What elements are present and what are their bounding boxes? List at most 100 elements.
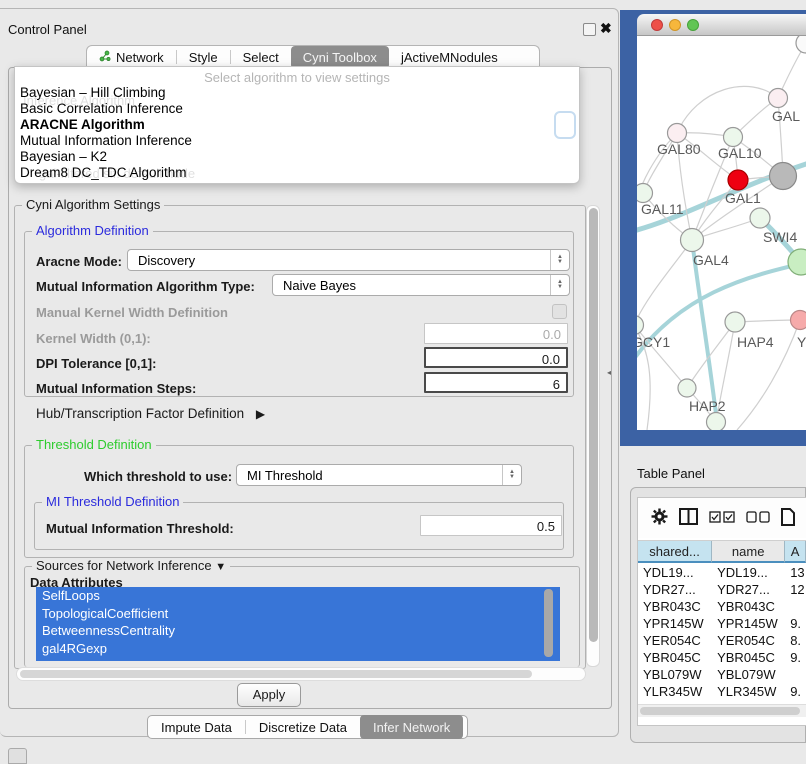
manual-kernel-width-checkbox[interactable] — [552, 304, 567, 319]
kernel-width-input[interactable]: 0.0 — [424, 323, 568, 344]
table-cell — [785, 598, 806, 615]
network-node-hap4[interactable] — [725, 312, 745, 332]
table-hscrollbar-track[interactable] — [638, 704, 806, 717]
which-threshold-select[interactable]: MI Threshold ▲▼ — [236, 464, 522, 486]
network-edge-highlighted[interactable] — [637, 262, 806, 366]
bottom-tab-bar: Impute Data Discretize Data Infer Networ… — [147, 715, 468, 739]
sources-legend[interactable]: Sources for Network Inference ▼ — [32, 558, 230, 573]
network-window-titlebar[interactable] — [637, 14, 806, 36]
aracne-mode-select[interactable]: Discovery ▲▼ — [127, 249, 570, 271]
node-label: GCY1 — [637, 334, 670, 350]
apply-button[interactable]: Apply — [237, 683, 301, 707]
mi-algorithm-type-select[interactable]: Naive Bayes ▲▼ — [272, 274, 570, 296]
table-row[interactable]: YBR045CYBR045C9. — [638, 649, 806, 666]
table-cell: YDR27... — [712, 581, 785, 598]
table-hscrollbar-thumb[interactable] — [640, 707, 800, 715]
table-row[interactable]: YDR27...YDR27...12 — [638, 581, 806, 598]
table-row[interactable]: YLR345WYLR345W9. — [638, 683, 806, 700]
node-label: GAL80 — [657, 141, 701, 157]
table-header-row: shared...nameA — [638, 540, 806, 563]
column-header[interactable]: A — [785, 541, 806, 563]
tab-discretize-data[interactable]: Discretize Data — [246, 715, 360, 739]
table-cell: YLR345W — [712, 683, 785, 700]
kernel-width-label: Kernel Width (0,1): — [36, 331, 151, 346]
panel-tab-bar: Network Style Select Cyni Toolbox jActiv… — [86, 45, 540, 68]
mi-steps-input[interactable]: 6 — [424, 372, 568, 393]
algorithm-option[interactable]: Mutual Information Inference — [15, 133, 579, 149]
network-node-hap2[interactable] — [678, 379, 696, 397]
tab-infer-network[interactable]: Infer Network — [360, 715, 463, 739]
splitter-cursor: ◂ — [607, 368, 611, 377]
tab-network-label: Network — [116, 50, 164, 65]
network-node-gal4[interactable] — [681, 229, 704, 252]
table-toolbar — [638, 498, 806, 538]
table-cell: YBR043C — [638, 598, 712, 615]
node-label: GAL11 — [641, 201, 684, 217]
table-row[interactable]: YPR145WYPR145W9. — [638, 615, 806, 632]
hide-columns-icon[interactable] — [746, 511, 770, 526]
settings-hscrollbar-track[interactable] — [16, 667, 586, 681]
network-canvas[interactable]: GALGAL80GAL10GAL1GAL11SWI4GAL4GCY1HAP4YH… — [637, 36, 806, 430]
close-panel-icon[interactable]: ✖ — [600, 20, 612, 37]
gear-icon[interactable] — [651, 508, 668, 528]
network-node-swi4[interactable] — [750, 208, 770, 228]
float-panel-icon[interactable] — [583, 23, 596, 36]
network-node-gal80[interactable] — [668, 124, 687, 143]
control-panel-window: Control Panel ✖ Network Style Select Cyn… — [0, 8, 619, 737]
tab-impute-data[interactable]: Impute Data — [148, 715, 245, 739]
zoom-window-icon[interactable] — [687, 19, 699, 31]
network-node-y[interactable] — [791, 311, 806, 330]
settings-hscrollbar-thumb[interactable] — [20, 670, 532, 678]
mi-steps-label: Mutual Information Steps: — [36, 381, 196, 396]
column-header[interactable]: name — [712, 541, 785, 563]
table-cell: YER054C — [638, 632, 712, 649]
export-table-icon[interactable] — [781, 508, 795, 529]
algorithm-option[interactable]: Basic Correlation Inference — [15, 101, 579, 117]
show-columns-icon[interactable] — [709, 511, 735, 526]
table-cell: 12 — [785, 581, 806, 598]
algorithm-option[interactable]: Dream8 DC_TDC Algorithm — [15, 165, 579, 181]
settings-scrollbar-track[interactable] — [586, 205, 600, 667]
network-node-gal10[interactable] — [724, 128, 743, 147]
table-cell: YBR045C — [638, 649, 712, 666]
node-label: GAL4 — [693, 252, 729, 268]
column-header[interactable]: shared... — [638, 541, 712, 563]
close-window-icon[interactable] — [651, 19, 663, 31]
attribute-item[interactable]: gal4RGexp — [36, 640, 560, 658]
table-rows: YDL19...YDL19...13YDR27...YDR27...12YBR0… — [638, 564, 806, 704]
network-node-gal1[interactable] — [728, 170, 748, 190]
network-node[interactable] — [796, 36, 806, 53]
network-node[interactable] — [707, 413, 726, 431]
manual-kernel-width-label: Manual Kernel Width Definition — [36, 305, 228, 320]
minimize-window-icon[interactable] — [669, 19, 681, 31]
algorithm-option[interactable]: Bayesian – K2 — [15, 149, 579, 165]
node-label: GAL — [772, 108, 800, 124]
mi-threshold-legend: MI Threshold Definition — [42, 494, 183, 509]
table-row[interactable]: YBR043CYBR043C — [638, 598, 806, 615]
node-label: Y — [797, 334, 806, 350]
mi-threshold-input[interactable]: 0.5 — [420, 515, 562, 536]
network-node-gal[interactable] — [769, 89, 788, 108]
data-attributes-list[interactable]: SelfLoopsTopologicalCoefficientBetweenne… — [36, 587, 560, 661]
table-row[interactable]: YDL19...YDL19...13 — [638, 564, 806, 581]
table-cell: YER054C — [712, 632, 785, 649]
node-label: HAP2 — [689, 398, 726, 414]
dpi-tolerance-input[interactable]: 0.0 — [424, 347, 568, 368]
hub-factor-expander[interactable]: Hub/Transcription Factor Definition ▶ — [36, 406, 265, 421]
algorithm-option[interactable]: ARACNE Algorithm — [15, 117, 579, 133]
node-label: HAP4 — [737, 334, 774, 350]
attributes-scrollbar-thumb[interactable] — [544, 589, 553, 657]
table-row[interactable]: YER054CYER054C8. — [638, 632, 806, 649]
attribute-item[interactable]: TopologicalCoefficient — [36, 605, 560, 623]
network-node[interactable] — [770, 163, 797, 190]
network-node-gcy1[interactable] — [637, 316, 644, 335]
algorithm-definition-legend: Algorithm Definition — [32, 223, 153, 238]
attribute-item[interactable]: SelfLoops — [36, 587, 560, 605]
settings-legend: Cyni Algorithm Settings — [22, 197, 164, 212]
network-node-gal11[interactable] — [637, 184, 653, 203]
table-row[interactable]: YBL079WYBL079W — [638, 666, 806, 683]
attribute-item[interactable]: BetweennessCentrality — [36, 622, 560, 640]
settings-scrollbar-thumb[interactable] — [589, 208, 598, 642]
algorithm-option[interactable]: Bayesian – Hill Climbing — [15, 85, 579, 101]
split-columns-icon[interactable] — [679, 508, 698, 528]
